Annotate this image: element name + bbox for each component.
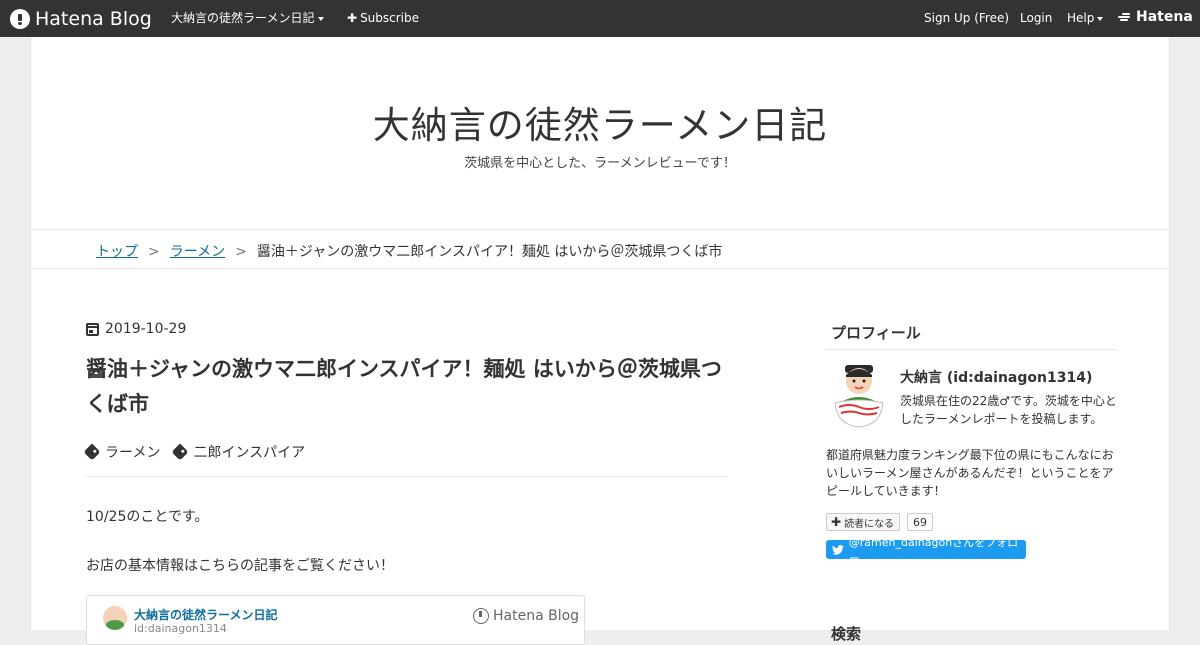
twitter-follow-label: @ramen_dainagonさんをフォロー [848, 535, 1019, 565]
hatena-blog-logo-icon [473, 608, 489, 624]
global-header: Hatena Blog 大納言の徒然ラーメン日記 ✚ Subscribe Sign… [0, 0, 1200, 37]
subscribe-button[interactable]: ✚ Subscribe [347, 10, 419, 26]
search-heading: 検索 [831, 625, 862, 643]
tag-icon [83, 443, 101, 461]
tag-icon [171, 443, 189, 461]
subscribe-reader-label: 読者になる [844, 518, 895, 530]
divider [86, 476, 727, 477]
hatena-blog-logo[interactable]: Hatena Blog [10, 7, 152, 31]
profile-name[interactable]: 大納言 (id:dainagon1314) [900, 367, 1092, 387]
calendar-icon [86, 322, 99, 336]
entry-paragraph: お店の基本情報はこちらの記事をご覧ください！ [86, 558, 394, 574]
twitter-bird-icon [832, 544, 844, 555]
breadcrumb-separator: > [235, 244, 247, 260]
profile-description: 都道府県魅力度ランキング最下位の県にもこんなにおいしいラーメン屋さんがあるんだぞ… [826, 448, 1114, 498]
embed-title[interactable]: 大納言の徒然ラーメン日記 [134, 606, 278, 623]
breadcrumb-top-link[interactable]: トップ [96, 244, 138, 260]
tag-jiro-inspire[interactable]: 二郎インスパイア [171, 442, 306, 462]
blog-embed-card[interactable]: 大納言の徒然ラーメン日記 id:dainagon1314 Hatena Blog [86, 595, 585, 645]
profile-short-text: 茨城県在住の22歳♂です。茨城を中心としたラーメンレポートを投稿します。 [900, 394, 1117, 426]
breadcrumb-separator: > [148, 244, 160, 260]
breadcrumb-ramen-link[interactable]: ラーメン [170, 244, 225, 260]
embed-id: id:dainagon1314 [134, 622, 227, 635]
breadcrumb-current: 醤油＋ジャンの激ウマ二郎インスパイア！麺処 はいから＠茨城県つくば市 [256, 244, 723, 260]
entry-date-text: 2019-10-29 [105, 321, 187, 337]
hatena-logo[interactable]: Hatena [1118, 9, 1193, 25]
breadcrumb: トップ > ラーメン > 醤油＋ジャンの激ウマ二郎インスパイア！麺処 はいから＠茨城県つ… [96, 241, 722, 261]
logo-text: Hatena Blog [35, 8, 152, 30]
plus-icon: ✚ [347, 11, 358, 25]
entry-title[interactable]: 醤油＋ジャンの激ウマ二郎インスパイア！麺処 はいから＠茨城県つくば市 [86, 352, 736, 422]
entry-date[interactable]: 2019-10-29 [86, 321, 186, 337]
signup-link[interactable]: Sign Up (Free) [924, 10, 1009, 26]
chevron-down-icon [1097, 16, 1104, 21]
tag-label: 二郎インスパイア [193, 445, 306, 461]
blog-menu-dropdown[interactable]: 大納言の徒然ラーメン日記 [171, 10, 324, 26]
subscriber-count: 69 [907, 513, 933, 531]
chevron-down-icon [317, 16, 324, 21]
tag-ramen[interactable]: ラーメン [83, 442, 161, 462]
entry-tags: ラーメン 二郎インスパイア [83, 442, 319, 462]
plus-icon: ✚ [831, 515, 842, 529]
divider [826, 349, 1116, 350]
hatena-label: Hatena [1136, 9, 1193, 25]
entry-paragraph: 10/25のことです。 [86, 509, 209, 525]
page-container: 大納言の徒然ラーメン日記 茨城県を中心とした、ラーメンレビューです！ トップ > ラ… [30, 37, 1170, 645]
avatar [103, 606, 127, 630]
blog-description: 茨城県を中心とした、ラーメンレビューです！ [464, 156, 736, 171]
blog-menu-label: 大納言の徒然ラーメン日記 [171, 11, 315, 25]
help-label: Help [1067, 11, 1095, 25]
hatena-blog-brand: Hatena Blog [473, 608, 579, 624]
subscribe-reader-button[interactable]: ✚ 読者になる [826, 513, 901, 531]
login-link[interactable]: Login [1020, 10, 1052, 26]
tag-label: ラーメン [105, 445, 161, 461]
hatena-blog-logo-icon [10, 9, 30, 29]
profile-heading: プロフィール [831, 324, 921, 342]
help-dropdown[interactable]: Help [1067, 10, 1104, 26]
twitter-follow-button[interactable]: @ramen_dainagonさんをフォロー [826, 536, 1026, 565]
embed-brand-label: Hatena Blog [493, 608, 580, 624]
blog-title[interactable]: 大納言の徒然ラーメン日記 [31, 95, 1169, 149]
profile-avatar[interactable] [831, 363, 887, 429]
breadcrumb-bar: トップ > ラーメン > 醤油＋ジャンの激ウマ二郎インスパイア！麺処 はいから＠茨城県つ… [31, 229, 1169, 269]
subscribe-label: Subscribe [360, 11, 420, 25]
hatena-mark-icon [1118, 12, 1132, 22]
